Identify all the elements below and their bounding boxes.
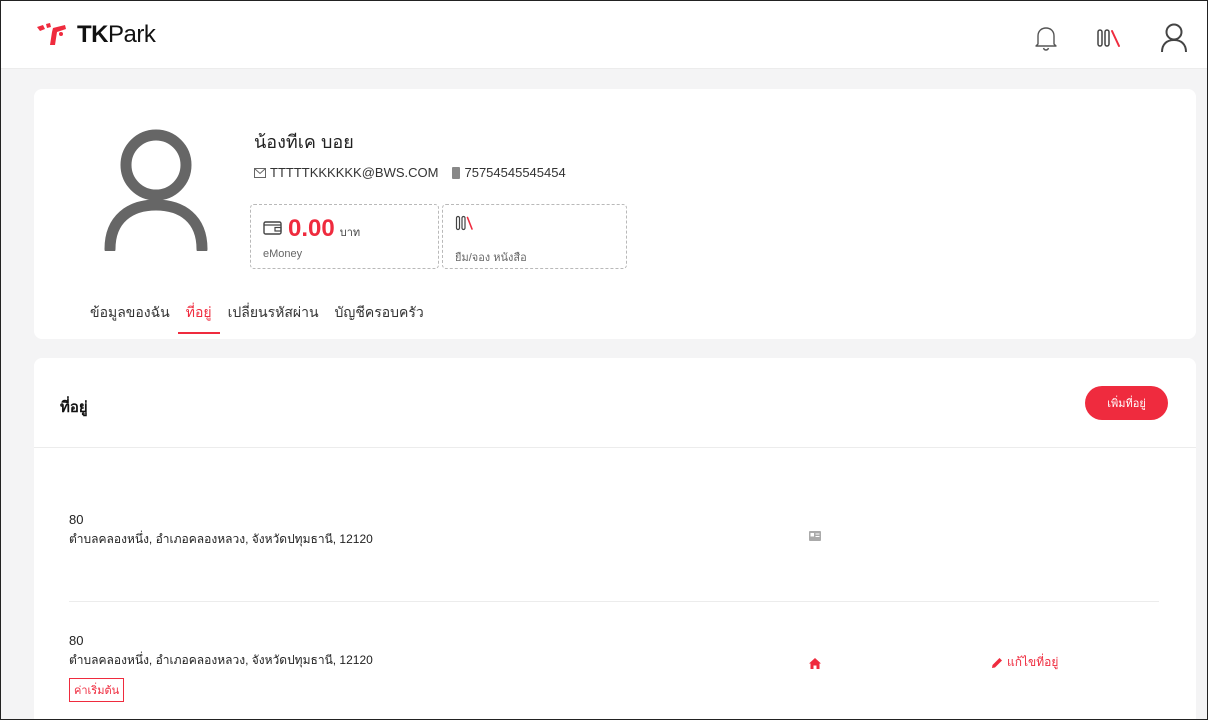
emoney-unit: บาท bbox=[339, 227, 361, 239]
address-row: 80 ตำบลคลองหนึ่ง, อำเภอคลองหลวง, จังหวัด… bbox=[69, 512, 1159, 602]
address-line-1: 80 bbox=[69, 512, 84, 527]
bell-icon[interactable] bbox=[1029, 21, 1063, 55]
address-line-2: ตำบลคลองหนึ่ง, อำเภอคลองหลวง, จังหวัดปทุ… bbox=[69, 532, 373, 546]
profile-tabs: ข้อมูลของฉัน ที่อยู่ เปลี่ยนรหัสผ่าน บัญ… bbox=[82, 302, 432, 334]
email-item: TTTTTKKKKKK@BWS.COM bbox=[254, 165, 438, 180]
add-address-button[interactable]: เพิ่มที่อยู่ bbox=[1085, 386, 1168, 420]
profile-email: TTTTTKKKKKK@BWS.COM bbox=[270, 165, 439, 180]
emoney-row: 0.00 บาท bbox=[263, 215, 360, 243]
avatar bbox=[104, 127, 208, 255]
mail-icon bbox=[254, 167, 266, 178]
tkpark-logo[interactable]: TKPark bbox=[35, 21, 156, 49]
edit-address-link[interactable]: แก้ไขที่อยู่ bbox=[991, 653, 1058, 672]
books-icon[interactable] bbox=[1093, 21, 1127, 55]
address-row: 80 ตำบลคลองหนึ่ง, อำเภอคลองหลวง, จังหวัด… bbox=[69, 633, 1159, 719]
profile-card: น้องทีเค บอย TTTTTKKKKKK@BWS.COM 7575454… bbox=[34, 89, 1196, 339]
address-line-1: 80 bbox=[69, 633, 84, 648]
top-bar: TKPark bbox=[1, 1, 1207, 69]
id-card-icon[interactable] bbox=[809, 528, 821, 546]
books-icon bbox=[455, 215, 473, 231]
tkpark-logo-mark bbox=[37, 23, 66, 45]
phone-item: 75754545545454 bbox=[452, 165, 566, 180]
profile-phone: 75754545545454 bbox=[464, 165, 566, 180]
contact-info: TTTTTKKKKKK@BWS.COM 75754545545454 bbox=[254, 165, 566, 180]
phone-icon bbox=[452, 166, 461, 179]
borrow-box[interactable]: ยืม/จอง หนังสือ bbox=[442, 204, 627, 269]
borrow-label: ยืม/จอง หนังสือ bbox=[455, 252, 527, 264]
address-title: ที่อยู่ bbox=[60, 399, 88, 416]
tab-address[interactable]: ที่อยู่ bbox=[177, 302, 220, 334]
edit-address-label: แก้ไขที่อยู่ bbox=[1007, 655, 1059, 669]
logo-text: TKPark bbox=[77, 21, 156, 48]
borrow-row bbox=[455, 215, 475, 231]
emoney-box[interactable]: 0.00 บาท eMoney bbox=[250, 204, 439, 269]
top-icons bbox=[1029, 21, 1191, 55]
default-badge: ค่าเริ่มต้น bbox=[69, 678, 125, 702]
wallet-icon bbox=[263, 221, 282, 235]
home-icon[interactable] bbox=[809, 656, 821, 674]
emoney-label: eMoney bbox=[263, 248, 303, 260]
page-frame: TKPark น้องทีเค บอย TTTTTKKKKKK@BWS.COM … bbox=[0, 0, 1208, 720]
tab-family-account[interactable]: บัญชีครอบครัว bbox=[327, 302, 432, 332]
emoney-amount: 0.00 bbox=[288, 215, 335, 242]
pencil-icon bbox=[992, 657, 1002, 668]
user-icon[interactable] bbox=[1157, 21, 1191, 55]
tab-change-password[interactable]: เปลี่ยนรหัสผ่าน bbox=[220, 302, 327, 332]
profile-name: น้องทีเค บอย bbox=[254, 132, 354, 152]
tab-my-info[interactable]: ข้อมูลของฉัน bbox=[82, 302, 178, 332]
address-header: ที่อยู่ เพิ่มที่อยู่ bbox=[34, 358, 1196, 448]
address-card: ที่อยู่ เพิ่มที่อยู่ 80 ตำบลคลองหนึ่ง, อ… bbox=[34, 358, 1196, 719]
